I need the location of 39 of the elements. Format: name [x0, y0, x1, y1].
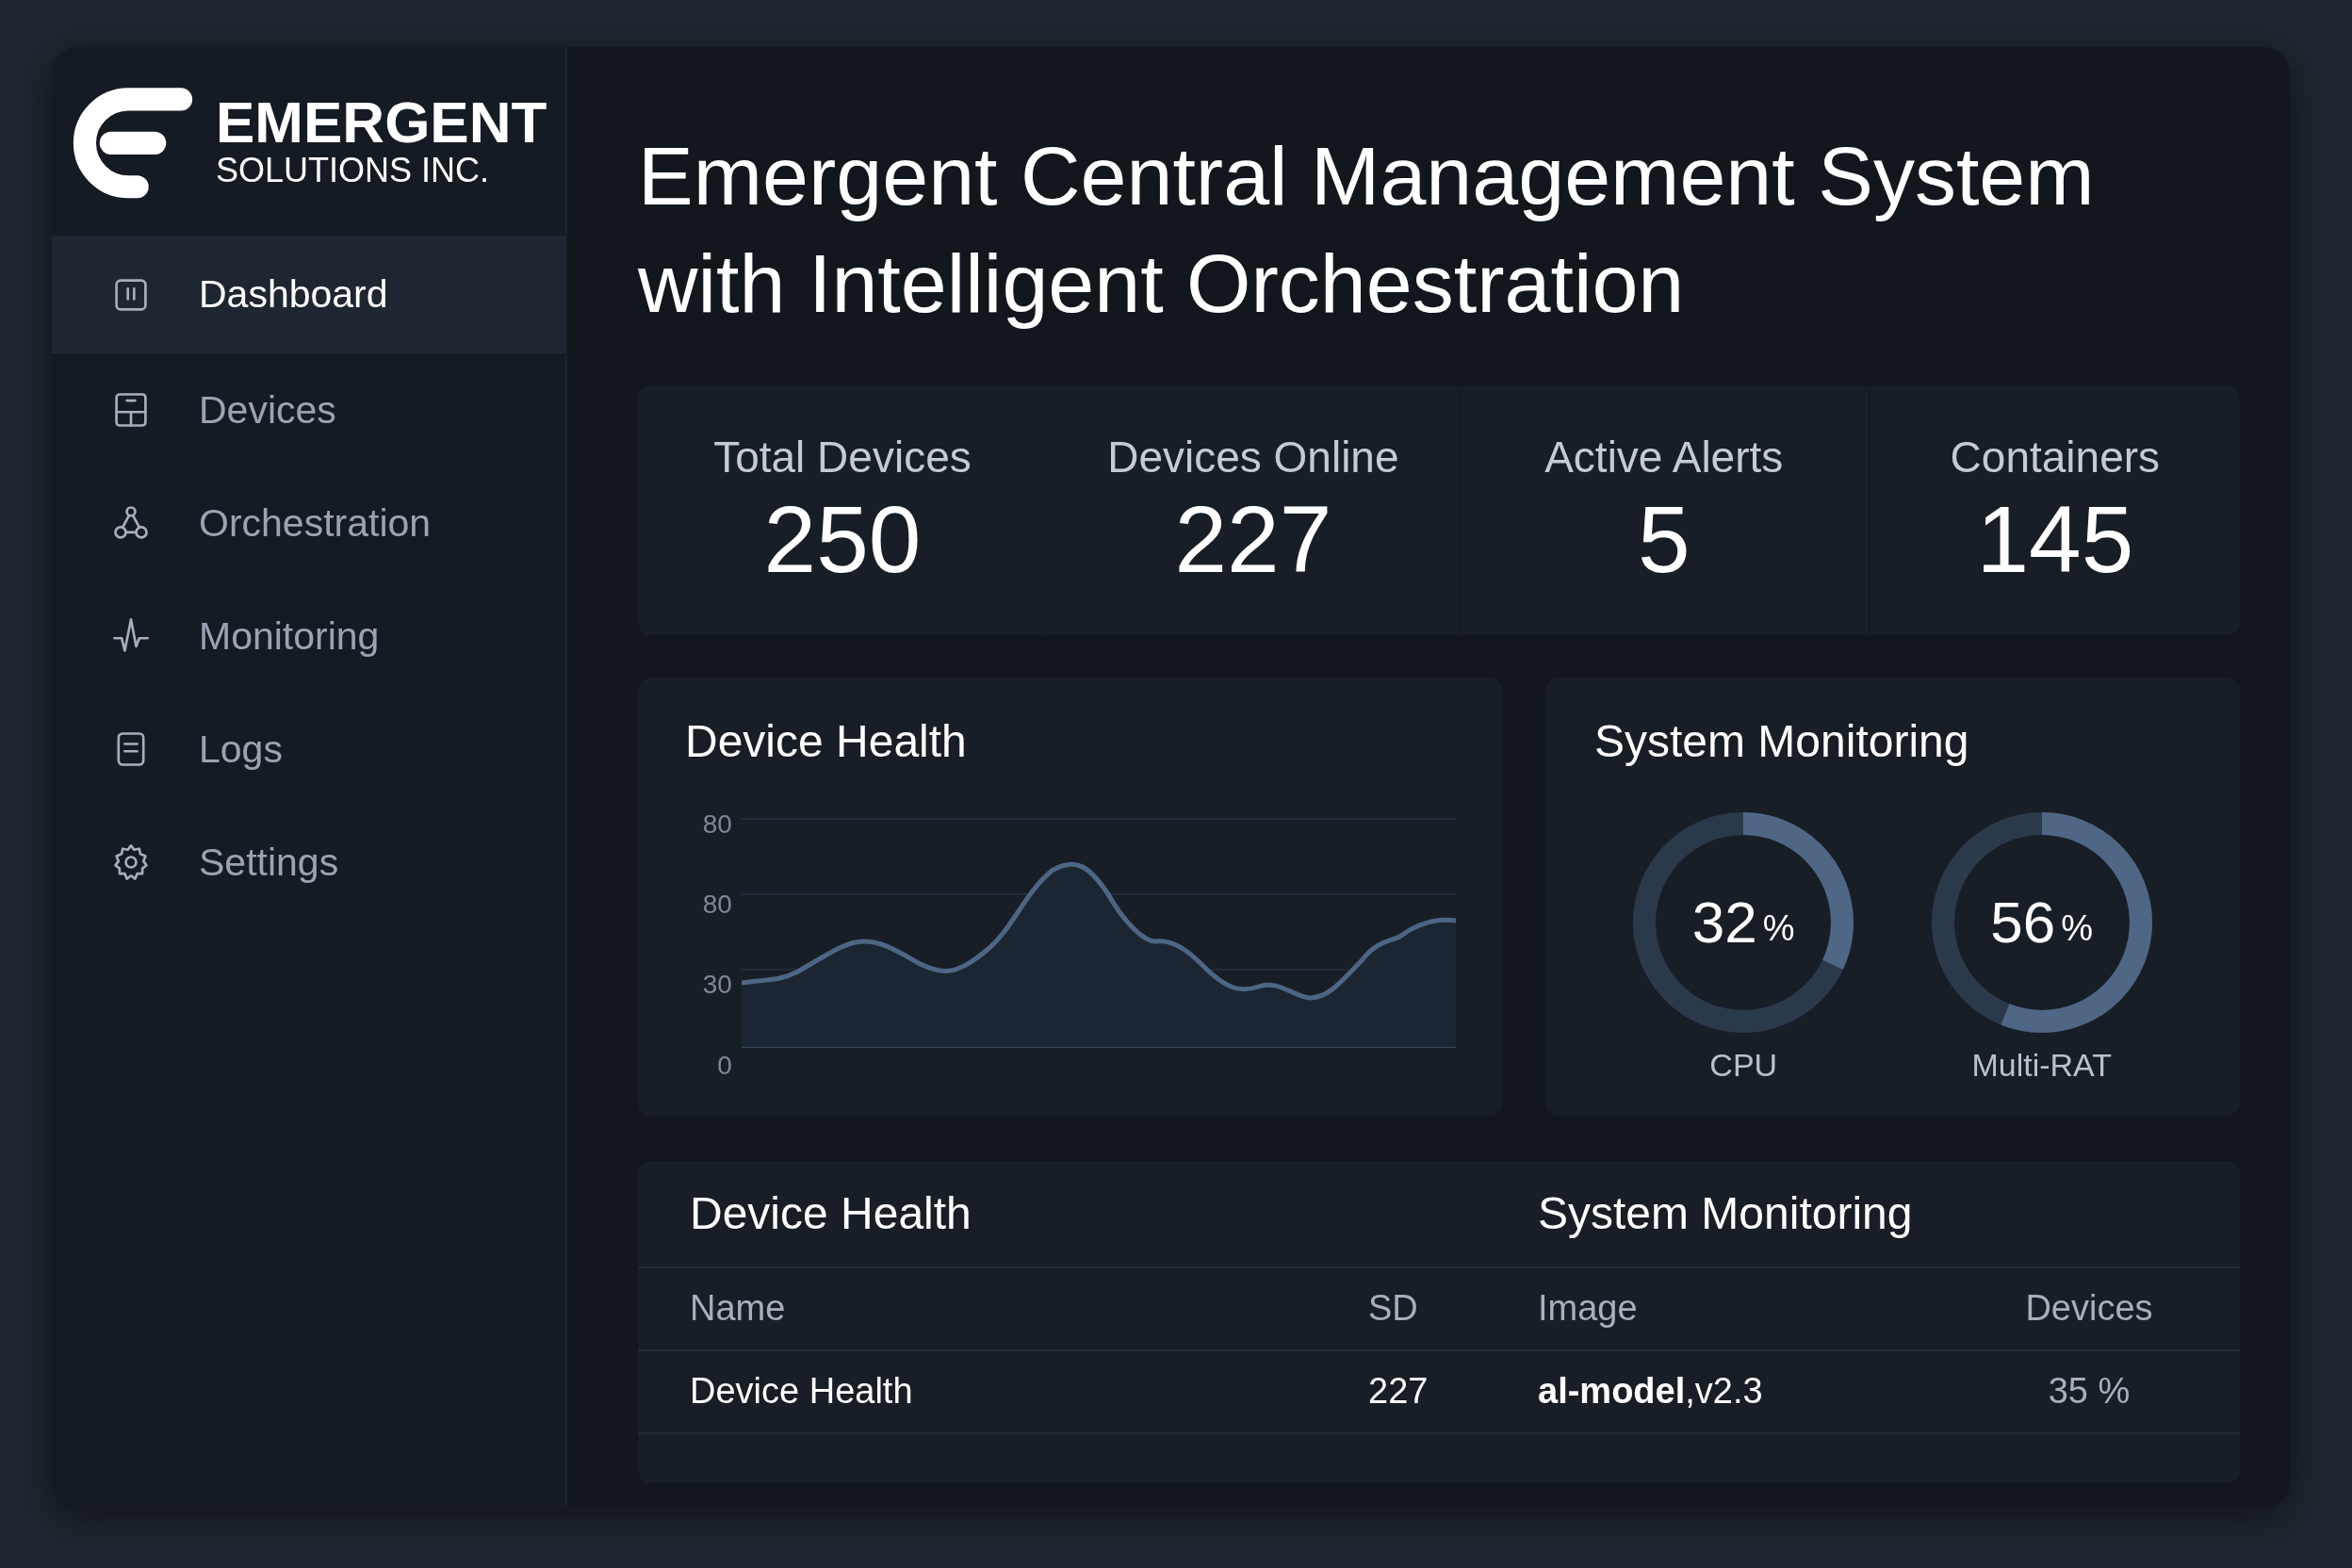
stat-value: 227	[1174, 489, 1332, 589]
sidebar-item[interactable]: Dashboard	[52, 236, 565, 353]
section-title: System Monitoring	[1538, 1187, 1914, 1240]
gauge-unit: %	[2061, 908, 2094, 950]
gauge-unit: %	[1762, 908, 1795, 950]
axis-label: 80	[701, 890, 732, 921]
stat-value: 5	[1637, 489, 1690, 589]
column-header: Name	[690, 1288, 787, 1330]
table-cell-text: al-model,v2.3	[1538, 1371, 1764, 1413]
card-title: System Monitoring	[1594, 714, 1970, 767]
axis-label: 30	[701, 970, 732, 1001]
stat-label: Total Devices	[713, 431, 972, 482]
section-title: Device Health	[690, 1187, 972, 1240]
table-cell-text: 227	[1368, 1371, 1429, 1413]
sidebar-item[interactable]: Monitoring	[52, 580, 565, 693]
gauge-value: 56	[1990, 889, 2056, 956]
sidebar-item[interactable]: Logs	[52, 693, 565, 806]
stat-value: 250	[763, 489, 922, 589]
stat-value: 145	[1976, 489, 2134, 589]
axis-label: 80	[701, 808, 732, 840]
sidebar-item[interactable]: Devices	[52, 353, 565, 466]
page-title: Emergent Central Management System with Intelligent Orchestration	[638, 128, 2096, 333]
brand-name: EMERGENT	[216, 93, 547, 153]
stat-label: Active Alerts	[1544, 431, 1784, 482]
gauge-value: 32	[1691, 889, 1757, 956]
column-header: SD	[1368, 1288, 1419, 1330]
sidebar-item[interactable]: Orchestration	[52, 466, 565, 580]
gauge-label: Multi-RAT	[1971, 1046, 2113, 1084]
stat-label: Containers	[1950, 431, 2161, 482]
table-cell-text: 35 %	[2047, 1371, 2132, 1413]
brand-subtitle: SOLUTIONS INC.	[216, 152, 491, 189]
stat-label: Devices Online	[1107, 431, 1399, 482]
sidebar-item[interactable]: Settings	[52, 806, 565, 919]
gauge-label: CPU	[1709, 1046, 1778, 1084]
column-header: Image	[1538, 1288, 1639, 1330]
card-title: Device Health	[685, 714, 968, 767]
axis-label: 0	[716, 1050, 732, 1081]
table-cell-text: Device Health	[690, 1371, 914, 1413]
column-header: Devices	[2024, 1288, 2154, 1330]
